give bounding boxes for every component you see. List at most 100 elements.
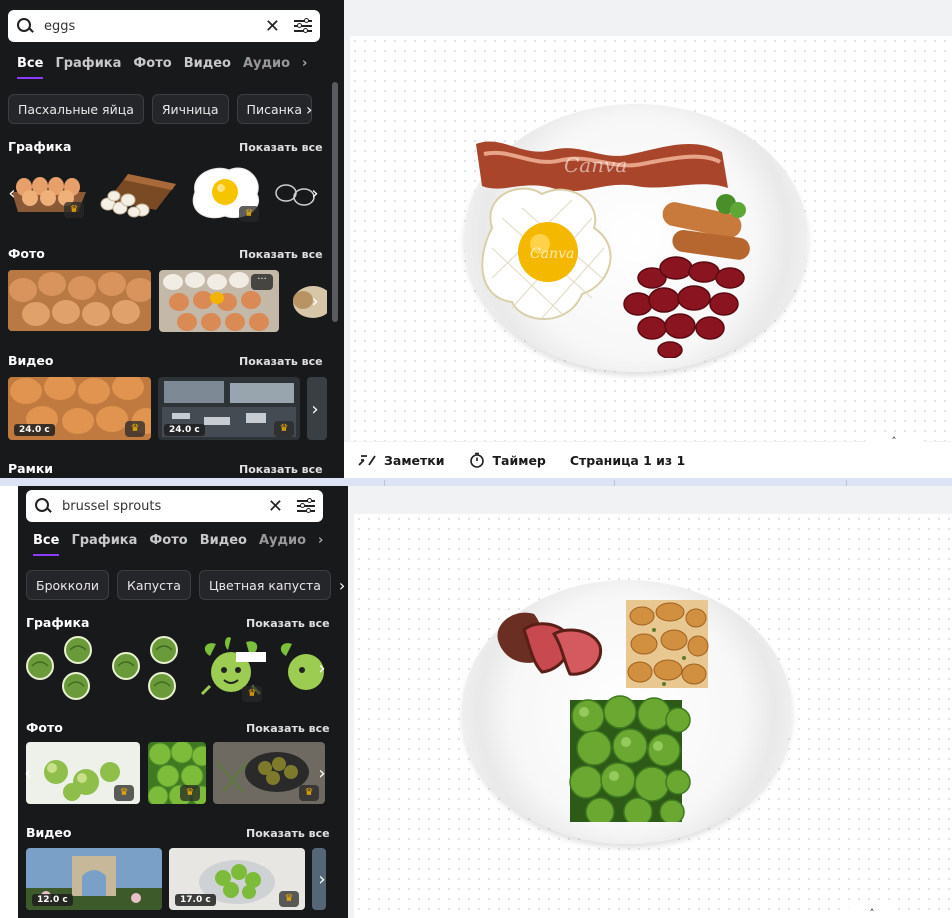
- chevron-right-icon[interactable]: ›: [306, 94, 312, 124]
- filter-icon[interactable]: [297, 498, 315, 513]
- more-options-icon[interactable]: ···: [251, 274, 273, 290]
- crown-icon: ♛: [279, 891, 299, 907]
- video-sprouts-bowl[interactable]: 17.0 с ♛: [169, 848, 305, 910]
- chevron-right-icon[interactable]: ›: [305, 393, 325, 425]
- chevron-left-icon[interactable]: ‹: [18, 757, 38, 789]
- chip-broccoli[interactable]: Брокколи: [26, 570, 110, 600]
- media-tabs: Все Графика Фото Видео Аудио ›: [17, 56, 307, 79]
- search-panel: brussel sprouts ✕ Все Графика Фото Видео…: [18, 486, 348, 918]
- section-title-photos: Фото: [26, 720, 63, 735]
- bottom-toolbar: Заметки Таймер Страница 1 из 1: [344, 442, 952, 478]
- search-input[interactable]: brussel sprouts ✕: [26, 490, 323, 522]
- chevron-right-icon[interactable]: ›: [305, 177, 325, 209]
- tab-all[interactable]: Все: [33, 533, 60, 556]
- chevron-right-icon[interactable]: ›: [312, 757, 332, 789]
- graphic-fried-egg[interactable]: ♛: [185, 162, 265, 222]
- chevron-right-icon[interactable]: ›: [305, 285, 325, 317]
- photo-sprouts-closeup[interactable]: ♛: [148, 742, 206, 804]
- show-all-videos[interactable]: Показать все: [246, 827, 330, 840]
- crown-icon: ♛: [242, 686, 262, 702]
- photo-roasted-sprouts[interactable]: ♛: [213, 742, 325, 804]
- chip-fried-egg[interactable]: Яичница: [151, 94, 229, 124]
- video-duration: 24.0 с: [164, 424, 205, 436]
- search-query: brussel sprouts: [62, 498, 162, 514]
- notes-label: Заметки: [384, 452, 445, 468]
- tab-photos[interactable]: Фото: [133, 56, 171, 79]
- search-icon: [34, 497, 52, 515]
- tab-videos[interactable]: Видео: [200, 533, 247, 556]
- panel-scrollbar[interactable]: [332, 82, 338, 322]
- show-all-frames[interactable]: Показать все: [239, 463, 323, 476]
- notes-button[interactable]: Заметки: [358, 453, 445, 468]
- tab-videos[interactable]: Видео: [184, 56, 231, 79]
- chevron-left-icon[interactable]: ‹: [2, 177, 22, 209]
- tab-graphics[interactable]: Графика: [55, 56, 121, 79]
- show-all-photos[interactable]: Показать все: [246, 722, 330, 735]
- section-title-photos: Фото: [8, 246, 45, 261]
- search-query: eggs: [44, 18, 76, 34]
- chip-cauliflower[interactable]: Цветная капуста: [198, 570, 331, 600]
- top-screenshot: eggs ✕ Все Графика Фото Видео Аудио › Па…: [0, 0, 952, 478]
- chevron-up-icon[interactable]: ˄: [842, 908, 902, 918]
- photo-brown-eggs[interactable]: [8, 270, 151, 331]
- video-duration: 24.0 с: [14, 424, 55, 436]
- section-title-graphics: Графика: [8, 139, 72, 154]
- chip-cabbage[interactable]: Капуста: [117, 570, 191, 600]
- canva-watermark: Canva: [530, 246, 574, 262]
- section-title-videos: Видео: [8, 353, 54, 368]
- chevron-right-icon[interactable]: ›: [312, 863, 332, 895]
- chip-easter-eggs[interactable]: Пасхальные яйца: [8, 94, 144, 124]
- graphic-eggs-box[interactable]: [98, 166, 178, 220]
- breakfast-illustration[interactable]: Canva Canva: [472, 128, 772, 358]
- show-all-graphics[interactable]: Показать все: [246, 617, 330, 630]
- chevron-right-icon[interactable]: ›: [302, 56, 307, 79]
- section-title-frames: Рамки: [8, 461, 54, 476]
- chevron-right-icon[interactable]: ›: [318, 533, 323, 556]
- crown-icon: ♛: [125, 421, 145, 437]
- bottom-screenshot: brussel sprouts ✕ Все Графика Фото Видео…: [0, 486, 952, 918]
- design-canvas: Canva Canva ˄: [344, 0, 952, 478]
- close-icon[interactable]: ✕: [268, 496, 283, 517]
- section-title-graphics: Графика: [26, 615, 90, 630]
- crown-icon: ♛: [64, 202, 84, 218]
- notes-icon: [358, 455, 376, 466]
- tab-photos[interactable]: Фото: [149, 533, 187, 556]
- suggestion-chips: Пасхальные яйца Яичница Писанка ›: [8, 94, 312, 124]
- video-duration: 12.0 с: [32, 894, 73, 906]
- photo-eggs-tray[interactable]: ···: [159, 270, 279, 332]
- section-title-videos: Видео: [26, 825, 72, 840]
- show-all-videos[interactable]: Показать все: [239, 355, 323, 368]
- tab-all[interactable]: Все: [17, 56, 44, 79]
- graphic-sprout-character[interactable]: ♛: [196, 636, 266, 702]
- close-icon[interactable]: ✕: [265, 16, 280, 37]
- tab-graphics[interactable]: Графика: [71, 533, 137, 556]
- design-page[interactable]: Canva Canva: [350, 36, 952, 441]
- page-indicator[interactable]: Страница 1 из 1: [570, 453, 685, 468]
- crown-icon: ♛: [114, 785, 134, 801]
- tab-audio[interactable]: Аудио: [259, 533, 306, 556]
- screenshot-divider: [0, 478, 952, 486]
- canva-watermark: Canva: [564, 153, 627, 177]
- design-page[interactable]: [354, 514, 952, 918]
- video-workshop[interactable]: 24.0 с ♛: [158, 377, 300, 440]
- suggestion-chips: Брокколи Капуста Цветная капуста ›: [26, 570, 345, 600]
- timer-button[interactable]: Таймер: [469, 452, 546, 468]
- video-arch[interactable]: 12.0 с: [26, 848, 162, 910]
- show-all-graphics[interactable]: Показать все: [239, 141, 323, 154]
- chevron-right-icon[interactable]: ›: [339, 570, 345, 600]
- graphic-sprouts-1[interactable]: [24, 636, 104, 702]
- search-input[interactable]: eggs ✕: [8, 10, 320, 42]
- filter-icon[interactable]: [294, 18, 312, 33]
- media-tabs: Все Графика Фото Видео Аудио ›: [33, 533, 323, 556]
- design-canvas: ˄: [348, 486, 952, 918]
- tab-audio[interactable]: Аудио: [243, 56, 290, 79]
- photo-sprouts-white[interactable]: ♛: [26, 742, 140, 804]
- crown-icon: ♛: [239, 206, 259, 222]
- dinner-illustration[interactable]: [494, 600, 724, 822]
- video-eggs[interactable]: 24.0 с ♛: [8, 377, 151, 440]
- graphic-sprouts-2[interactable]: [110, 636, 190, 702]
- timer-icon: [469, 452, 484, 468]
- show-all-photos[interactable]: Показать все: [239, 248, 323, 261]
- chevron-right-icon[interactable]: ›: [312, 652, 332, 684]
- chip-pysanka[interactable]: Писанка: [236, 94, 312, 124]
